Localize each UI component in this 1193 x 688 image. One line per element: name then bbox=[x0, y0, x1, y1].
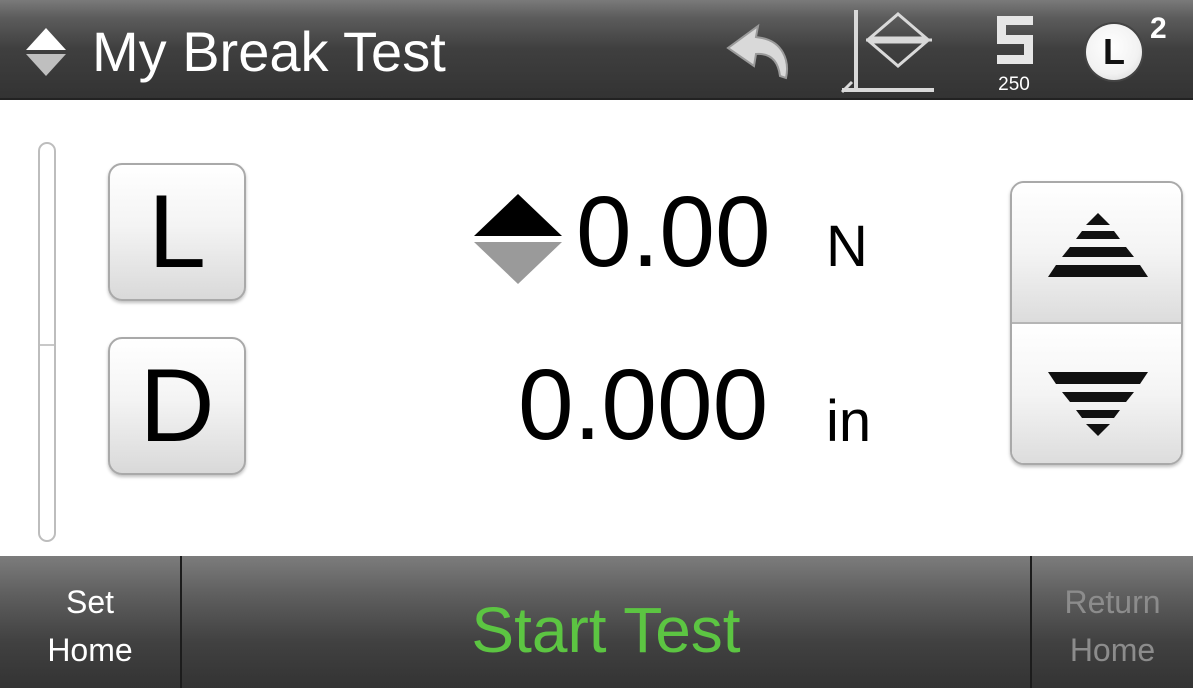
return-home-label: Return Home bbox=[1032, 578, 1193, 674]
load-button[interactable]: L bbox=[108, 163, 246, 301]
position-scrollbar[interactable] bbox=[38, 142, 56, 542]
jog-control bbox=[1010, 181, 1183, 465]
zero-position-icon[interactable] bbox=[838, 6, 938, 98]
displacement-button[interactable]: D bbox=[108, 337, 246, 475]
set-home-line1: Set bbox=[65, 584, 115, 620]
scrollbar-divider bbox=[40, 344, 54, 346]
load-cell-number: 2 bbox=[1150, 12, 1167, 45]
speed-value: 250 bbox=[998, 74, 1030, 95]
jog-down-button[interactable] bbox=[1012, 324, 1181, 463]
load-direction-icon bbox=[474, 194, 562, 284]
test-title: My Break Test bbox=[92, 20, 446, 83]
return-home-line2: Home bbox=[1069, 632, 1156, 668]
bottom-toolbar: Set Home Start Test Return Home bbox=[0, 556, 1193, 688]
load-cell-badge[interactable]: L bbox=[1086, 24, 1142, 80]
return-home-button[interactable]: Return Home bbox=[1032, 556, 1193, 688]
start-test-label: Start Test bbox=[471, 594, 741, 666]
displacement-unit: in bbox=[826, 389, 872, 454]
load-unit: N bbox=[826, 214, 868, 279]
undo-arrow-icon[interactable] bbox=[716, 22, 800, 86]
title-bar: My Break Test 250 L 2 bbox=[0, 0, 1193, 100]
start-test-button[interactable]: Start Test bbox=[182, 556, 1030, 688]
up-down-diamond-icon bbox=[26, 28, 66, 76]
speed-digit-icon bbox=[997, 16, 1033, 64]
jog-up-icon bbox=[1048, 213, 1148, 277]
jog-up-button[interactable] bbox=[1012, 183, 1181, 324]
set-home-button[interactable]: Set Home bbox=[0, 556, 180, 688]
set-home-line2: Home bbox=[47, 632, 133, 668]
load-readout: 0.00 bbox=[576, 176, 771, 288]
speed-indicator[interactable]: 250 bbox=[984, 10, 1054, 98]
displacement-readout: 0.000 bbox=[518, 349, 769, 461]
set-home-label: Set Home bbox=[0, 578, 180, 674]
return-home-line1: Return bbox=[1064, 584, 1161, 620]
jog-down-icon bbox=[1048, 372, 1148, 436]
